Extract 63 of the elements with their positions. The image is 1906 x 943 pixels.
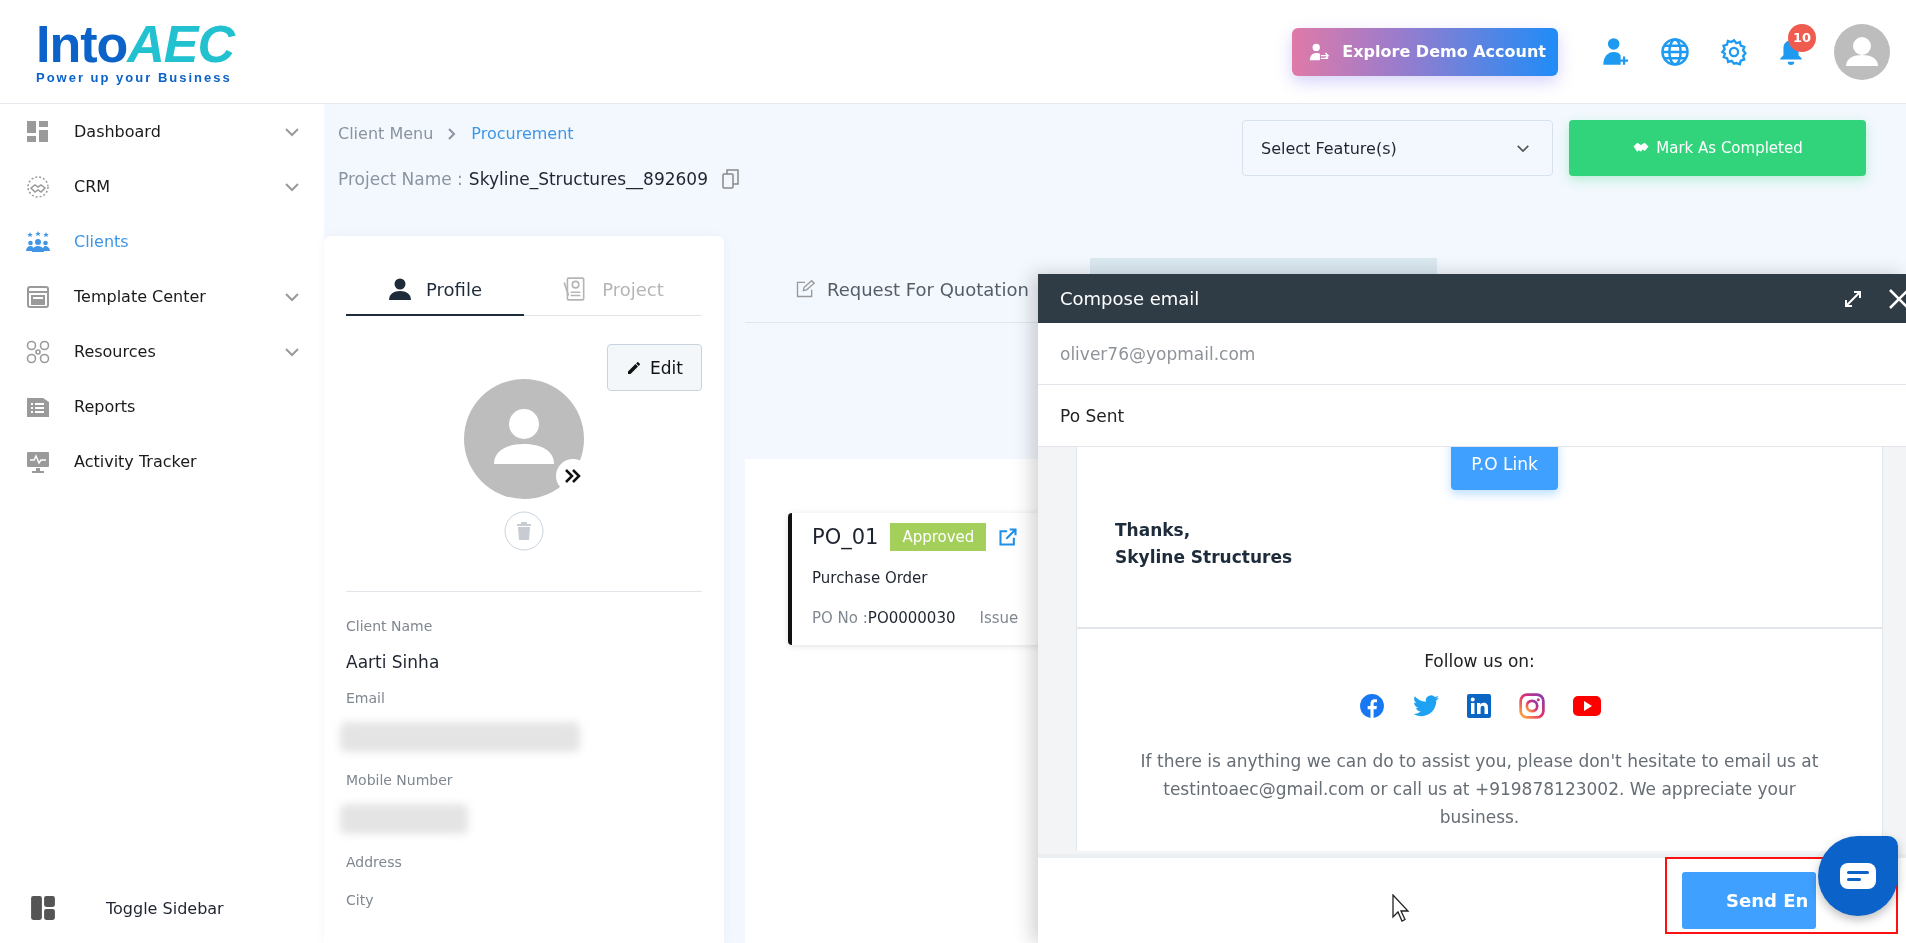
expand-icon[interactable] [1844, 289, 1862, 308]
close-icon[interactable] [1888, 287, 1906, 310]
chevron-down-icon [284, 181, 300, 192]
toggle-sidebar-button[interactable]: Toggle Sidebar [0, 883, 324, 933]
subject-field[interactable]: Po Sent [1038, 385, 1906, 447]
camera-icon[interactable] [1518, 693, 1545, 719]
globe-icon[interactable] [1660, 36, 1690, 67]
contact-paragraph: If there is anything we can do to assist you, please don't hesitate to email us at testintoaec@gmail.com or call us at +919878123002. We appreciate your business. [1139, 750, 1820, 829]
sidebar-item[interactable]: Resources [0, 324, 324, 379]
document-tab[interactable]: Request For Quotation [795, 258, 1029, 322]
sign-off-text: Thanks, Skyline Structures [1115, 519, 1293, 569]
sidebar-item[interactable]: Reports [0, 379, 324, 434]
edit-note-icon [795, 279, 815, 299]
po-number: PO No :PO0000030 [812, 609, 956, 627]
monitor-icon [26, 449, 50, 474]
people-icon [26, 229, 50, 254]
sidebar-item[interactable]: Activity Tracker [0, 434, 324, 489]
chevron-right-icon [447, 126, 458, 141]
panel-icon [30, 895, 56, 921]
person-icon [388, 277, 412, 301]
status-badge: Approved [890, 523, 987, 551]
chevron-down-icon [284, 291, 300, 302]
edit-button[interactable]: Edit [607, 344, 702, 391]
field-label: Email [346, 690, 386, 708]
po-title: PO_01 [812, 525, 879, 549]
pointer-icon [1392, 894, 1412, 922]
pencil-icon [626, 359, 643, 376]
apps-icon [26, 339, 50, 364]
sidebar-item[interactable]: Template Center [0, 269, 324, 324]
logo[interactable]: IntoAEC Power up your Business [36, 18, 235, 85]
chevron-down-icon [284, 126, 300, 137]
project-name-label: Project Name : [338, 169, 463, 189]
issue-label: Issue [979, 609, 1019, 627]
field-label: City [346, 892, 375, 910]
copy-icon[interactable] [721, 169, 740, 189]
sidebar-item[interactable]: Dashboard [0, 104, 324, 159]
field-label: Client Name [346, 618, 434, 636]
circle-f-icon[interactable] [1358, 693, 1385, 719]
play-icon[interactable] [1572, 696, 1601, 716]
in-square-icon[interactable] [1466, 694, 1491, 718]
follow-heading: Follow us on: [1424, 651, 1535, 671]
field-value: Aarti Sinha [346, 652, 441, 672]
feature-select[interactable]: Select Feature(s) [1242, 120, 1553, 176]
avatar-icon[interactable] [1834, 23, 1890, 80]
chevron-down-icon [284, 346, 300, 357]
sidebar-item[interactable]: CRM [0, 159, 324, 214]
chat-icon [1838, 861, 1878, 891]
profile-tab[interactable]: Profile [346, 264, 524, 316]
avatar-icon [464, 379, 584, 499]
po-type: Purchase Order [812, 569, 929, 587]
layout-icon [26, 284, 50, 309]
explore-demo-button[interactable]: Explore Demo Account [1292, 27, 1558, 76]
external-link-icon[interactable] [998, 527, 1019, 547]
bird-icon[interactable] [1412, 694, 1439, 718]
dialog-title-bar: Compose email [1038, 274, 1906, 323]
project-name-value: Skyline_Structures__892609 [468, 169, 708, 189]
add-user-icon[interactable] [1602, 36, 1630, 67]
settings-icon[interactable] [1720, 37, 1748, 66]
chevron-down-icon [1516, 143, 1530, 153]
field-label: Address [346, 854, 403, 872]
grid-icon [26, 119, 50, 144]
notification-badge: 10 [1788, 23, 1816, 52]
field-label: Mobile Number [346, 772, 454, 790]
